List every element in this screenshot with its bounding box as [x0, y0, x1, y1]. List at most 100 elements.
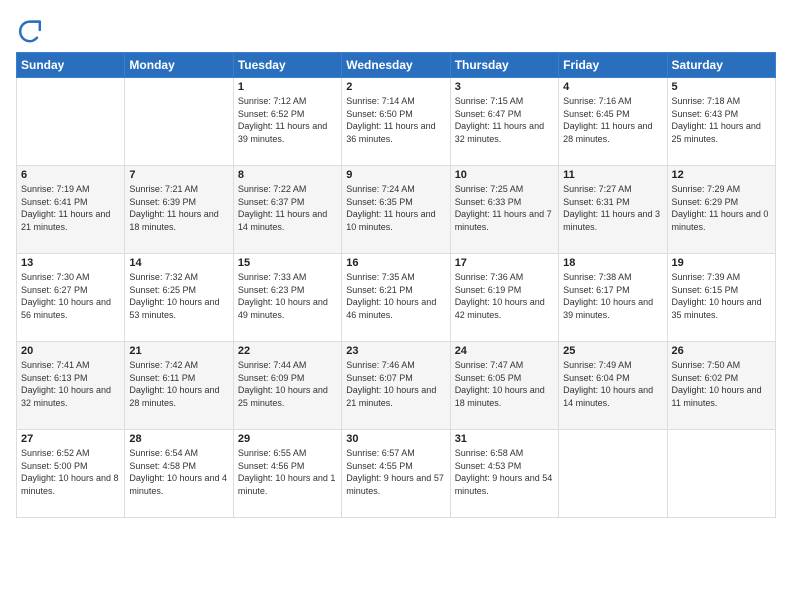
calendar-cell: 25 Sunrise: 7:49 AMSunset: 6:04 PMDayligh… [559, 342, 667, 430]
calendar-cell: 20 Sunrise: 7:41 AMSunset: 6:13 PMDayligh… [17, 342, 125, 430]
calendar-cell: 7Sunrise: 7:21 AMSunset: 6:39 PMDaylight… [125, 166, 233, 254]
day-number: 8 [238, 169, 337, 181]
day-info: Sunrise: 7:21 AMSunset: 6:39 PMDaylight:… [129, 183, 228, 233]
page: SundayMondayTuesdayWednesdayThursdayFrid… [0, 0, 792, 612]
calendar-cell: 28 Sunrise: 6:54 AMSunset: 4:58 PMDayligh… [125, 430, 233, 518]
day-info: Sunrise: 7:50 AMSunset: 6:02 PMDaylight:… [672, 359, 771, 409]
day-info: Sunrise: 7:19 AMSunset: 6:41 PMDaylight:… [21, 183, 120, 233]
day-number: 16 [346, 257, 445, 269]
day-number: 4 [563, 81, 662, 93]
calendar-cell: 9Sunrise: 7:24 AMSunset: 6:35 PMDaylight… [342, 166, 450, 254]
day-info: Sunrise: 7:33 AMSunset: 6:23 PMDaylight:… [238, 271, 337, 321]
day-info: Sunrise: 7:29 AMSunset: 6:29 PMDaylight:… [672, 183, 771, 233]
day-info: Sunrise: 7:36 AMSunset: 6:19 PMDaylight:… [455, 271, 554, 321]
day-info: Sunrise: 7:32 AMSunset: 6:25 PMDaylight:… [129, 271, 228, 321]
calendar-week-row: 1 Sunrise: 7:12 AMSunset: 6:52 PMDaylight… [17, 78, 776, 166]
calendar-cell: 4 Sunrise: 7:16 AMSunset: 6:45 PMDaylight… [559, 78, 667, 166]
calendar-week-row: 6 Sunrise: 7:19 AMSunset: 6:41 PMDaylight… [17, 166, 776, 254]
calendar-cell: 14Sunrise: 7:32 AMSunset: 6:25 PMDayligh… [125, 254, 233, 342]
day-number: 11 [563, 169, 662, 181]
day-info: Sunrise: 6:52 AMSunset: 5:00 PMDaylight:… [21, 447, 120, 497]
day-info: Sunrise: 7:15 AMSunset: 6:47 PMDaylight:… [455, 95, 554, 145]
weekday-header: Wednesday [342, 53, 450, 78]
day-info: Sunrise: 7:24 AMSunset: 6:35 PMDaylight:… [346, 183, 445, 233]
day-number: 12 [672, 169, 771, 181]
day-number: 3 [455, 81, 554, 93]
calendar-header: SundayMondayTuesdayWednesdayThursdayFrid… [17, 53, 776, 78]
calendar-week-row: 27 Sunrise: 6:52 AMSunset: 5:00 PMDayligh… [17, 430, 776, 518]
day-info: Sunrise: 7:16 AMSunset: 6:45 PMDaylight:… [563, 95, 662, 145]
day-number: 17 [455, 257, 554, 269]
day-number: 2 [346, 81, 445, 93]
day-info: Sunrise: 7:49 AMSunset: 6:04 PMDaylight:… [563, 359, 662, 409]
day-info: Sunrise: 7:18 AMSunset: 6:43 PMDaylight:… [672, 95, 771, 145]
calendar-cell: 5Sunrise: 7:18 AMSunset: 6:43 PMDaylight… [667, 78, 775, 166]
day-number: 6 [21, 169, 120, 181]
calendar-cell: 10Sunrise: 7:25 AMSunset: 6:33 PMDayligh… [450, 166, 558, 254]
day-info: Sunrise: 7:39 AMSunset: 6:15 PMDaylight:… [672, 271, 771, 321]
day-info: Sunrise: 6:57 AMSunset: 4:55 PMDaylight:… [346, 447, 445, 497]
day-info: Sunrise: 7:47 AMSunset: 6:05 PMDaylight:… [455, 359, 554, 409]
weekday-header: Thursday [450, 53, 558, 78]
logo-icon [16, 16, 44, 44]
calendar-cell [17, 78, 125, 166]
day-info: Sunrise: 7:38 AMSunset: 6:17 PMDaylight:… [563, 271, 662, 321]
calendar-cell: 15 Sunrise: 7:33 AMSunset: 6:23 PMDayligh… [233, 254, 341, 342]
header [16, 16, 776, 44]
day-number: 30 [346, 433, 445, 445]
calendar-cell: 3 Sunrise: 7:15 AMSunset: 6:47 PMDaylight… [450, 78, 558, 166]
calendar-cell: 27 Sunrise: 6:52 AMSunset: 5:00 PMDayligh… [17, 430, 125, 518]
calendar-body: 1 Sunrise: 7:12 AMSunset: 6:52 PMDaylight… [17, 78, 776, 518]
day-number: 20 [21, 345, 120, 357]
day-info: Sunrise: 7:14 AMSunset: 6:50 PMDaylight:… [346, 95, 445, 145]
day-number: 25 [563, 345, 662, 357]
day-info: Sunrise: 7:42 AMSunset: 6:11 PMDaylight:… [129, 359, 228, 409]
day-info: Sunrise: 6:55 AMSunset: 4:56 PMDaylight:… [238, 447, 337, 497]
day-info: Sunrise: 7:41 AMSunset: 6:13 PMDaylight:… [21, 359, 120, 409]
day-info: Sunrise: 7:44 AMSunset: 6:09 PMDaylight:… [238, 359, 337, 409]
weekday-header: Monday [125, 53, 233, 78]
calendar-cell: 11Sunrise: 7:27 AMSunset: 6:31 PMDayligh… [559, 166, 667, 254]
calendar-cell: 30 Sunrise: 6:57 AMSunset: 4:55 PMDayligh… [342, 430, 450, 518]
calendar-cell: 6 Sunrise: 7:19 AMSunset: 6:41 PMDaylight… [17, 166, 125, 254]
calendar-cell [667, 430, 775, 518]
day-number: 26 [672, 345, 771, 357]
day-number: 10 [455, 169, 554, 181]
day-number: 31 [455, 433, 554, 445]
day-info: Sunrise: 7:35 AMSunset: 6:21 PMDaylight:… [346, 271, 445, 321]
day-number: 18 [563, 257, 662, 269]
day-number: 29 [238, 433, 337, 445]
calendar-cell: 8 Sunrise: 7:22 AMSunset: 6:37 PMDaylight… [233, 166, 341, 254]
calendar-cell: 13Sunrise: 7:30 AMSunset: 6:27 PMDayligh… [17, 254, 125, 342]
day-number: 19 [672, 257, 771, 269]
day-info: Sunrise: 7:30 AMSunset: 6:27 PMDaylight:… [21, 271, 120, 321]
calendar-cell: 1 Sunrise: 7:12 AMSunset: 6:52 PMDaylight… [233, 78, 341, 166]
calendar-cell: 31 Sunrise: 6:58 AMSunset: 4:53 PMDayligh… [450, 430, 558, 518]
day-number: 21 [129, 345, 228, 357]
logo [16, 16, 48, 44]
calendar-cell: 21 Sunrise: 7:42 AMSunset: 6:11 PMDayligh… [125, 342, 233, 430]
calendar-cell: 17 Sunrise: 7:36 AMSunset: 6:19 PMDayligh… [450, 254, 558, 342]
day-number: 1 [238, 81, 337, 93]
day-number: 15 [238, 257, 337, 269]
calendar-week-row: 20 Sunrise: 7:41 AMSunset: 6:13 PMDayligh… [17, 342, 776, 430]
day-info: Sunrise: 6:58 AMSunset: 4:53 PMDaylight:… [455, 447, 554, 497]
calendar-cell: 29 Sunrise: 6:55 AMSunset: 4:56 PMDayligh… [233, 430, 341, 518]
calendar-week-row: 13Sunrise: 7:30 AMSunset: 6:27 PMDayligh… [17, 254, 776, 342]
calendar-table: SundayMondayTuesdayWednesdayThursdayFrid… [16, 52, 776, 518]
day-info: Sunrise: 7:46 AMSunset: 6:07 PMDaylight:… [346, 359, 445, 409]
calendar-cell: 16 Sunrise: 7:35 AMSunset: 6:21 PMDayligh… [342, 254, 450, 342]
weekday-header: Tuesday [233, 53, 341, 78]
weekday-header: Saturday [667, 53, 775, 78]
day-info: Sunrise: 6:54 AMSunset: 4:58 PMDaylight:… [129, 447, 228, 497]
day-info: Sunrise: 7:22 AMSunset: 6:37 PMDaylight:… [238, 183, 337, 233]
day-number: 27 [21, 433, 120, 445]
day-number: 28 [129, 433, 228, 445]
day-number: 24 [455, 345, 554, 357]
day-number: 22 [238, 345, 337, 357]
calendar-cell: 12 Sunrise: 7:29 AMSunset: 6:29 PMDayligh… [667, 166, 775, 254]
day-info: Sunrise: 7:12 AMSunset: 6:52 PMDaylight:… [238, 95, 337, 145]
calendar-cell: 26 Sunrise: 7:50 AMSunset: 6:02 PMDayligh… [667, 342, 775, 430]
calendar-cell: 18 Sunrise: 7:38 AMSunset: 6:17 PMDayligh… [559, 254, 667, 342]
calendar-cell [125, 78, 233, 166]
